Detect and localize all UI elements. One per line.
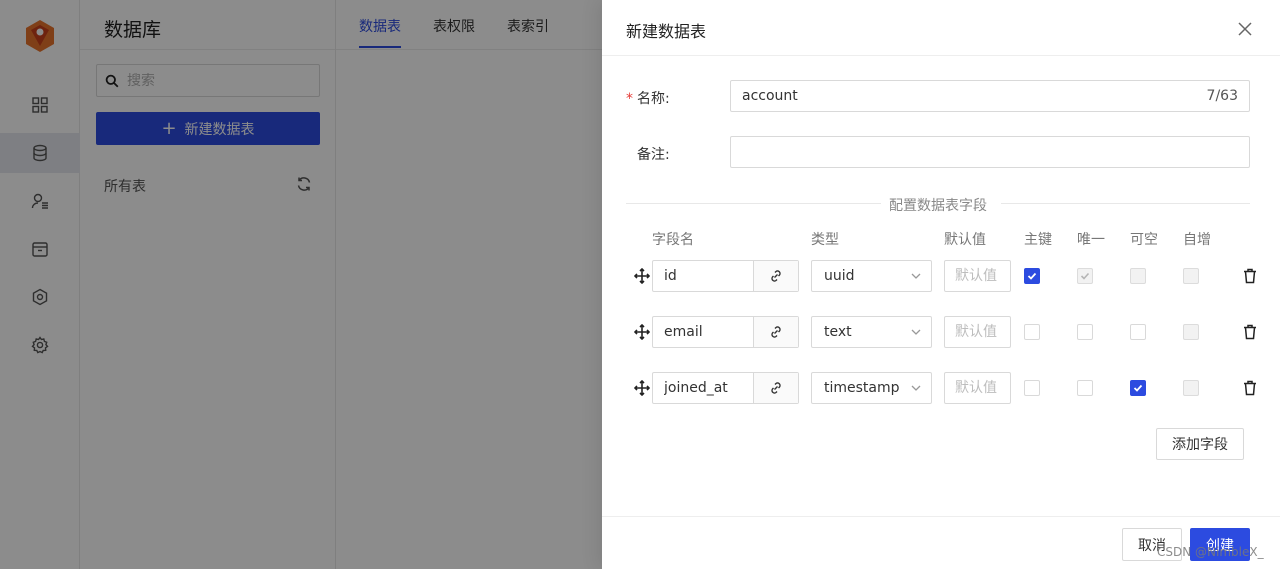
chevron-down-icon	[911, 329, 921, 335]
col-field-name: 字段名	[652, 232, 694, 248]
delete-icon[interactable]	[1243, 380, 1257, 396]
col-auto-inc: 自增	[1183, 232, 1211, 248]
chevron-down-icon	[911, 385, 921, 391]
relation-button[interactable]	[753, 261, 798, 291]
col-nullable: 可空	[1130, 232, 1158, 248]
default-value-field[interactable]	[944, 260, 1011, 292]
default-value-field[interactable]	[944, 316, 1011, 348]
type-select[interactable]: uuid	[811, 260, 932, 292]
relation-button[interactable]	[753, 317, 798, 347]
primary-key-checkbox[interactable]	[1024, 324, 1040, 340]
primary-key-checkbox[interactable]	[1024, 380, 1040, 396]
field-name-input[interactable]	[653, 261, 753, 291]
add-field-button[interactable]: 添加字段	[1156, 428, 1244, 460]
nullable-checkbox[interactable]	[1130, 380, 1146, 396]
unique-checkbox[interactable]	[1077, 324, 1093, 340]
type-select[interactable]: text	[811, 316, 932, 348]
name-input[interactable]	[742, 88, 1207, 104]
default-value-input[interactable]	[945, 261, 1010, 291]
link-icon	[771, 382, 781, 394]
primary-key-checkbox[interactable]	[1024, 268, 1040, 284]
delete-icon[interactable]	[1243, 268, 1257, 284]
type-select[interactable]: timestamp	[811, 372, 932, 404]
unique-checkbox[interactable]	[1077, 380, 1093, 396]
auto-increment-checkbox[interactable]	[1183, 324, 1199, 340]
drawer-title: 新建数据表	[626, 22, 707, 41]
nullable-checkbox[interactable]	[1130, 268, 1146, 284]
default-value-input[interactable]	[945, 317, 1010, 347]
col-default: 默认值	[944, 232, 986, 248]
name-field[interactable]: 7/63	[730, 80, 1250, 112]
field-name-group	[652, 316, 799, 348]
field-name-group	[652, 372, 799, 404]
default-value-field[interactable]	[944, 372, 1011, 404]
auto-increment-checkbox[interactable]	[1183, 380, 1199, 396]
unique-checkbox[interactable]	[1077, 268, 1093, 284]
drag-handle-icon[interactable]	[634, 268, 650, 284]
field-name-group	[652, 260, 799, 292]
watermark-text: CSDN @NimbleX_	[1157, 545, 1264, 559]
field-name-input[interactable]	[653, 317, 753, 347]
link-icon	[771, 270, 781, 282]
close-icon[interactable]	[1238, 22, 1252, 36]
required-mark: *	[626, 91, 633, 107]
drawer-header: 新建数据表	[602, 0, 1280, 56]
new-table-drawer: 新建数据表 *名称: 7/63 备注: 配置数据表字段 字段名 类型 默认值 主…	[602, 0, 1280, 569]
col-primary: 主键	[1024, 232, 1052, 248]
col-unique: 唯一	[1077, 232, 1105, 248]
section-divider-right	[1001, 203, 1250, 204]
chevron-down-icon	[911, 273, 921, 279]
remark-field[interactable]	[730, 136, 1250, 168]
default-value-input[interactable]	[945, 373, 1010, 403]
field-name-input[interactable]	[653, 373, 753, 403]
name-label: * 名称:	[626, 91, 670, 107]
auto-increment-checkbox[interactable]	[1183, 268, 1199, 284]
remark-input[interactable]	[742, 144, 1238, 160]
name-char-count: 7/63	[1206, 88, 1238, 104]
relation-button[interactable]	[753, 373, 798, 403]
col-type: 类型	[811, 232, 839, 248]
remark-label: 备注:	[637, 147, 670, 163]
section-divider-left	[626, 203, 881, 204]
section-title: 配置数据表字段	[889, 198, 987, 214]
drag-handle-icon[interactable]	[634, 380, 650, 396]
delete-icon[interactable]	[1243, 324, 1257, 340]
nullable-checkbox[interactable]	[1130, 324, 1146, 340]
link-icon	[771, 326, 781, 338]
drag-handle-icon[interactable]	[634, 324, 650, 340]
